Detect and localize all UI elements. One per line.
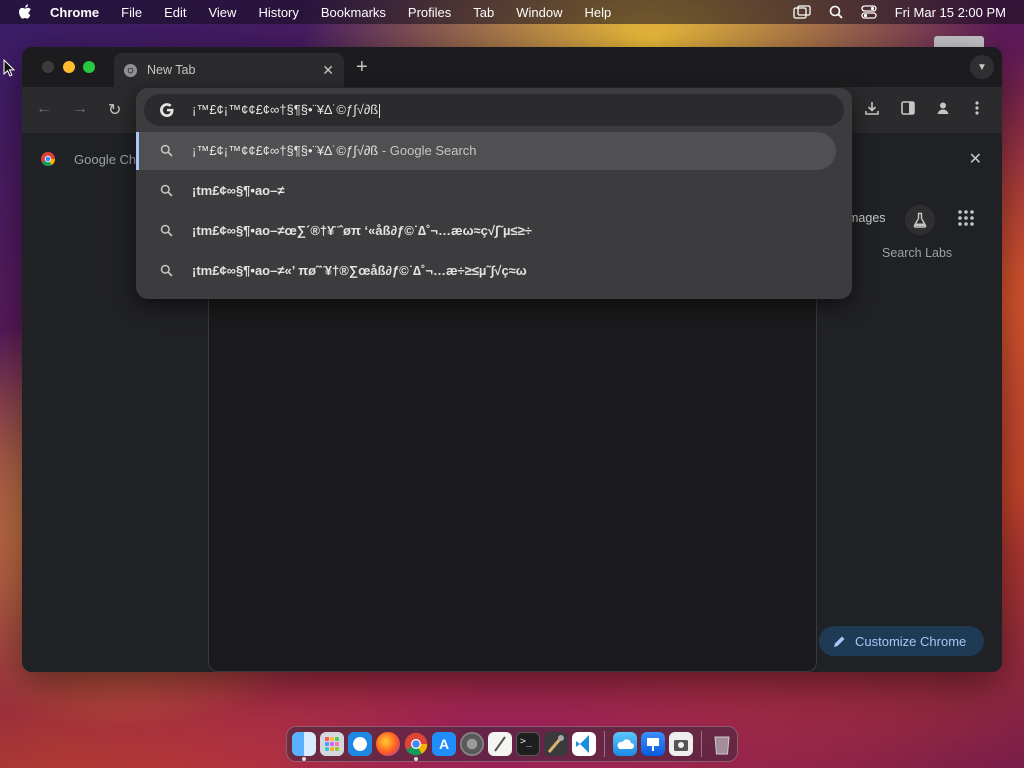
menu-bar: Chrome File Edit View History Bookmarks … bbox=[0, 0, 1024, 24]
omnibox-dropdown: ¡™£¢¡™¢¢£¢∞†§¶§•¨¥∆˙©ƒ∫√∂ß ¡™£¢¡™¢¢£¢∞†§… bbox=[136, 88, 852, 299]
google-g-icon bbox=[160, 103, 174, 117]
menu-bookmarks[interactable]: Bookmarks bbox=[321, 5, 386, 20]
content-panel bbox=[208, 287, 817, 672]
search-labs-flask-icon[interactable] bbox=[905, 205, 935, 235]
back-arrow-icon[interactable]: ← bbox=[36, 100, 52, 118]
omnibox-input[interactable]: ¡™£¢¡™¢¢£¢∞†§¶§•¨¥∆˙©ƒ∫√∂ß bbox=[144, 94, 844, 126]
omnibox-text: ¡™£¢¡™¢¢£¢∞†§¶§•¨¥∆˙©ƒ∫√∂ß bbox=[192, 102, 379, 117]
search-labs-label: Search Labs bbox=[882, 246, 953, 260]
suggestion-item[interactable]: ¡tm£¢∞§¶•ao–≠«’ πø˜¨¥†®∑œåß∂ƒ©˙∆˚¬…æ÷≥≤µ… bbox=[136, 252, 836, 290]
menu-view[interactable]: View bbox=[208, 5, 236, 20]
dock: A >_ bbox=[286, 726, 738, 762]
suggestion-item[interactable]: ¡tm£¢∞§¶•ao–≠œ∑´®†¥¨ˆøπ ‘«åß∂ƒ©˙∆˚¬…æω≈ç… bbox=[136, 212, 836, 250]
vscode-icon[interactable] bbox=[572, 732, 596, 756]
textedit-icon[interactable] bbox=[488, 732, 512, 756]
menu-tab[interactable]: Tab bbox=[473, 5, 494, 20]
menubar-datetime[interactable]: Fri Mar 15 2:00 PM bbox=[895, 5, 1006, 20]
screen-mirror-icon[interactable] bbox=[793, 5, 811, 19]
tab-strip: New Tab ✕ + ▼ bbox=[22, 47, 1002, 87]
search-icon bbox=[160, 144, 173, 157]
menu-profiles[interactable]: Profiles bbox=[408, 5, 451, 20]
chrome-icon[interactable] bbox=[404, 732, 428, 761]
terminal-icon[interactable]: >_ bbox=[516, 732, 540, 756]
suggestion-text: ¡tm£¢∞§¶•ao–≠«’ πø˜¨¥†®∑œåß∂ƒ©˙∆˚¬…æ÷≥≤µ… bbox=[192, 263, 527, 278]
window-maximize-button[interactable] bbox=[83, 61, 95, 73]
suggestion-suffix: - Google Search bbox=[378, 143, 477, 158]
profile-avatar-icon[interactable] bbox=[935, 100, 951, 121]
suggestion-item[interactable]: ¡™£¢¡™¢¢£¢∞†§¶§•¨¥∆˙©ƒ∫√∂ß - Google Sear… bbox=[136, 132, 836, 170]
firefox-icon[interactable] bbox=[376, 732, 400, 756]
suggestion-text: ¡tm£¢∞§¶•ao–≠œ∑´®†¥¨ˆøπ ‘«åß∂ƒ©˙∆˚¬…æω≈ç… bbox=[192, 223, 532, 238]
search-icon bbox=[160, 264, 173, 277]
tab-close-icon[interactable]: ✕ bbox=[322, 62, 334, 79]
apple-icon[interactable] bbox=[18, 4, 36, 20]
dock-separator bbox=[604, 731, 605, 757]
tab-search-chevron-icon[interactable]: ▼ bbox=[970, 55, 994, 79]
preview-icon[interactable] bbox=[669, 732, 693, 756]
reload-icon[interactable]: ↻ bbox=[108, 100, 121, 120]
menu-edit[interactable]: Edit bbox=[164, 5, 186, 20]
trash-icon[interactable] bbox=[710, 732, 734, 756]
side-panel-icon[interactable] bbox=[900, 100, 916, 121]
launchpad-icon[interactable] bbox=[320, 732, 344, 756]
dock-separator bbox=[701, 731, 702, 757]
close-icon[interactable]: ✕ bbox=[969, 149, 982, 169]
customize-chrome-label: Customize Chrome bbox=[855, 633, 967, 649]
pencil-icon bbox=[834, 636, 845, 647]
suggestion-text: ¡tm£¢∞§¶•ao–≠ bbox=[192, 183, 285, 198]
menu-history[interactable]: History bbox=[258, 5, 298, 20]
tab-new-tab[interactable]: New Tab ✕ bbox=[114, 53, 344, 87]
icloud-icon[interactable] bbox=[613, 732, 637, 756]
menu-app-name[interactable]: Chrome bbox=[50, 5, 99, 20]
system-settings-icon[interactable] bbox=[460, 732, 484, 756]
bookmark-label: Google Ch bbox=[74, 151, 137, 167]
new-tab-plus-icon[interactable]: + bbox=[356, 56, 368, 79]
text-caret bbox=[379, 103, 381, 118]
search-icon[interactable] bbox=[829, 5, 843, 19]
more-menu-icon[interactable] bbox=[975, 100, 979, 121]
suggestion-text: ¡™£¢¡™¢¢£¢∞†§¶§•¨¥∆˙©ƒ∫√∂ß bbox=[192, 143, 379, 158]
window-minimize-button[interactable] bbox=[63, 61, 75, 73]
tab-title: New Tab bbox=[147, 63, 196, 77]
control-center-icon[interactable] bbox=[861, 5, 877, 19]
suggestion-item[interactable]: ¡tm£¢∞§¶•ao–≠ bbox=[136, 172, 836, 210]
forward-arrow-icon[interactable]: → bbox=[72, 100, 88, 118]
keynote-icon[interactable] bbox=[641, 732, 665, 756]
search-icon bbox=[160, 224, 173, 237]
menu-file[interactable]: File bbox=[121, 5, 142, 20]
google-apps-grid-icon[interactable] bbox=[957, 209, 975, 232]
bookmark-google-chrome[interactable]: Google Ch bbox=[40, 151, 136, 167]
chrome-favicon-icon bbox=[123, 63, 138, 77]
safari-icon[interactable] bbox=[348, 732, 372, 756]
window-close-button[interactable] bbox=[42, 61, 54, 73]
download-icon[interactable] bbox=[864, 100, 880, 121]
search-icon bbox=[160, 184, 173, 197]
menu-help[interactable]: Help bbox=[585, 5, 612, 20]
finder-icon[interactable] bbox=[292, 732, 316, 761]
app-store-icon[interactable]: A bbox=[432, 732, 456, 756]
customize-chrome-button[interactable]: Customize Chrome bbox=[819, 626, 984, 656]
instruments-icon[interactable] bbox=[544, 732, 568, 756]
images-link[interactable]: mages bbox=[848, 211, 886, 225]
mouse-pointer-icon bbox=[3, 59, 15, 77]
menu-window[interactable]: Window bbox=[516, 5, 562, 20]
chrome-logo-icon bbox=[41, 152, 56, 167]
